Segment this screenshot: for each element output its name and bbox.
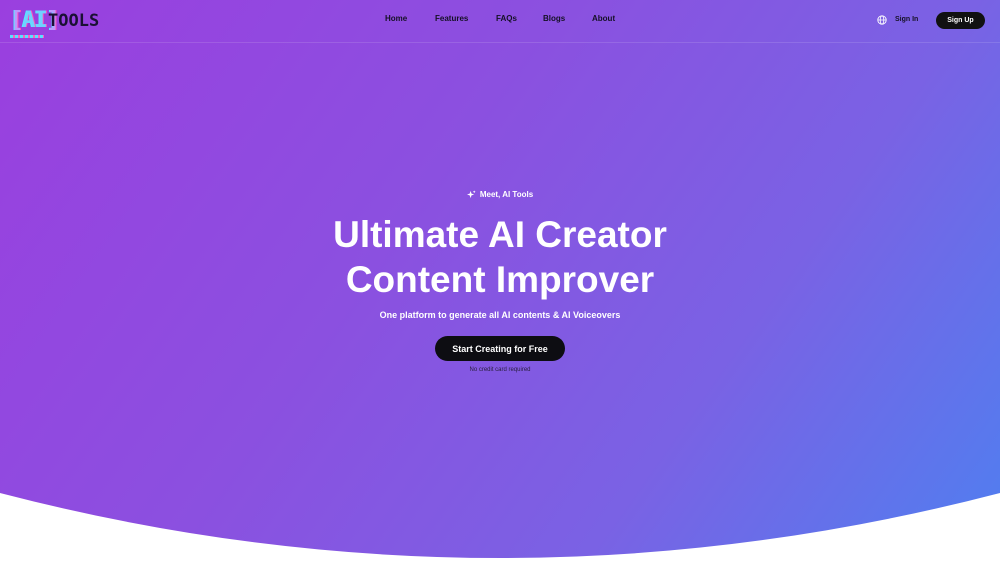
hero-headline-line2: Content Improver — [345, 259, 655, 300]
globe-icon[interactable] — [877, 15, 887, 25]
nav-item-blogs[interactable]: Blogs — [543, 14, 565, 23]
hero-eyebrow: Meet, AI Tools — [466, 189, 534, 201]
nav-item-features[interactable]: Features — [435, 14, 468, 23]
nav-item-home[interactable]: Home — [385, 14, 407, 23]
top-navigation-bar: [AI] TOOLS Home Features FAQs Blogs Abou… — [0, 0, 1000, 43]
account-tools: Sign In Sign Up — [865, 12, 985, 29]
sign-up-button[interactable]: Sign Up — [936, 12, 985, 29]
bottom-wave-divider — [0, 493, 1000, 563]
main-nav: Home Features FAQs Blogs About — [0, 14, 1000, 28]
start-creating-button[interactable]: Start Creating for Free — [435, 336, 565, 361]
logo-glitch-bar — [10, 35, 44, 38]
nav-item-faqs[interactable]: FAQs — [496, 14, 517, 23]
hero-headline: Ultimate AI Creator Content Improver — [0, 212, 1000, 302]
sign-in-link[interactable]: Sign In — [895, 16, 918, 23]
hero-eyebrow-text: Meet, AI Tools — [479, 190, 534, 199]
hero-subheadline: One platform to generate all AI contents… — [379, 310, 621, 320]
hero-section: Meet, AI Tools Ultimate AI Creator Conte… — [0, 186, 1000, 373]
sparkle-icon — [466, 190, 476, 199]
nav-item-about[interactable]: About — [592, 14, 615, 23]
no-credit-card-note: No credit card required — [469, 367, 531, 373]
hero-headline-line1: Ultimate AI Creator — [333, 214, 667, 255]
